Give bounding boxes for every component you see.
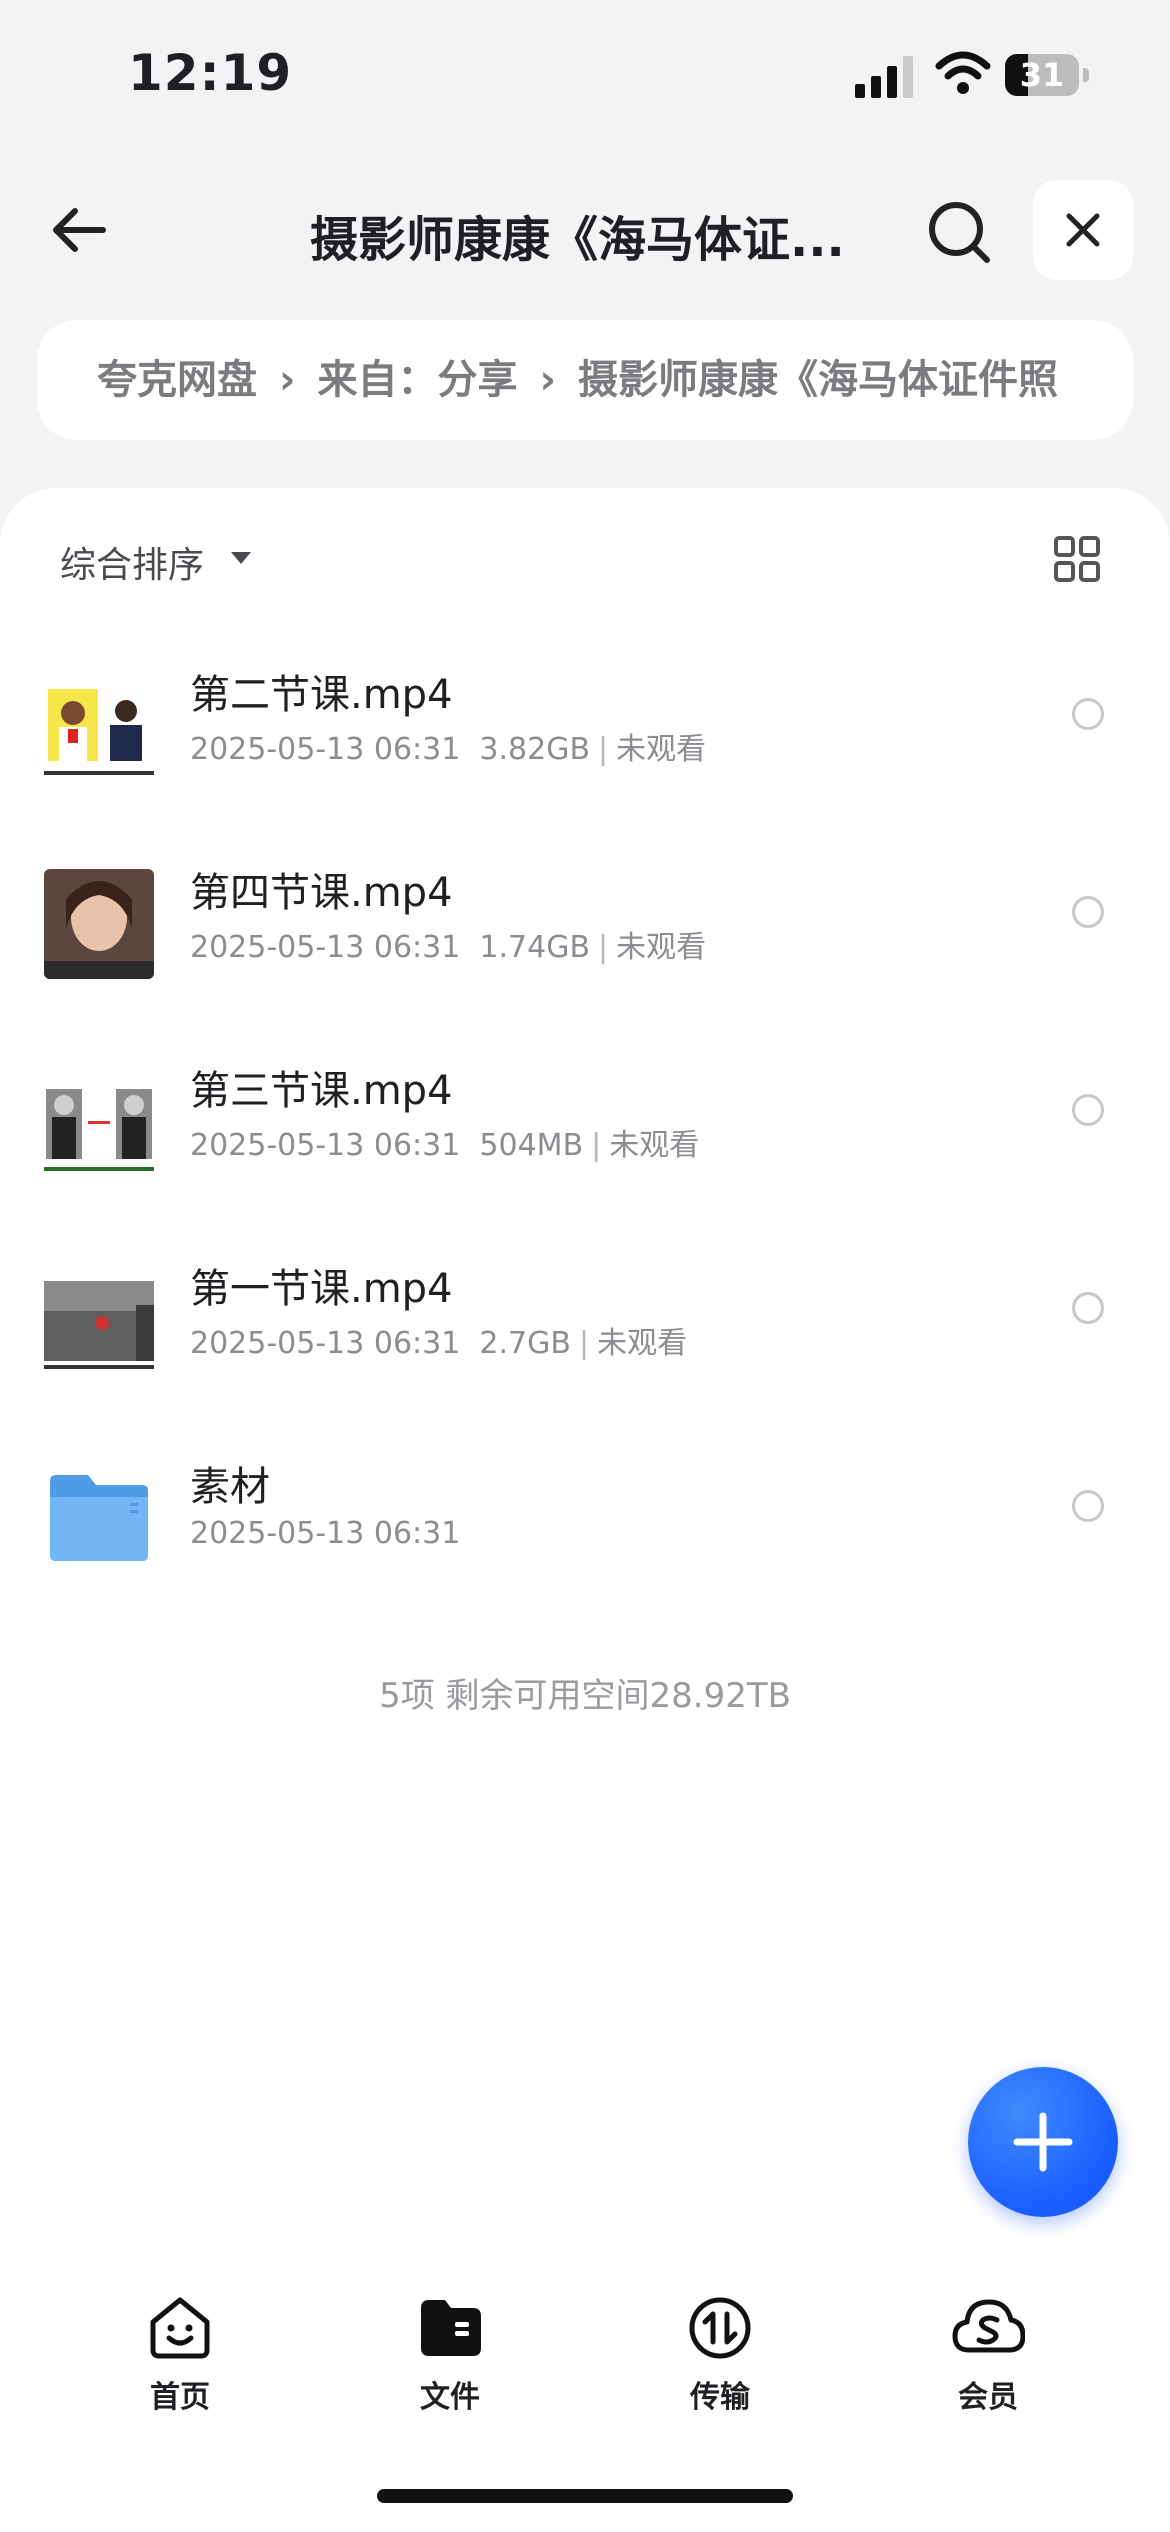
plus-icon bbox=[1013, 2112, 1073, 2172]
transfer-icon bbox=[689, 2297, 751, 2359]
home-indicator bbox=[377, 2489, 793, 2503]
grid-view-icon[interactable] bbox=[1053, 535, 1101, 583]
select-radio[interactable] bbox=[1072, 1292, 1104, 1324]
file-date: 2025-05-13 06:31 bbox=[190, 1128, 461, 1163]
file-name: 第二节课.mp4 bbox=[190, 672, 453, 718]
file-size: 1.74GB bbox=[479, 930, 591, 965]
file-list-panel: 综合排序 第二节课.mp4 2025-05-13 06:31 3.82GB | … bbox=[0, 488, 1170, 2532]
file-meta: 2025-05-13 06:31 504MB | 未观看 bbox=[190, 1128, 700, 1163]
tab-home[interactable]: 首页 bbox=[90, 2280, 270, 2430]
file-name: 第四节课.mp4 bbox=[190, 870, 453, 916]
close-icon bbox=[1066, 213, 1100, 247]
file-date: 2025-05-13 06:31 bbox=[190, 732, 461, 767]
tab-home-label: 首页 bbox=[150, 2380, 210, 2415]
storage-summary: 5项 剩余可用空间28.92TB bbox=[379, 1676, 791, 1716]
folder-name: 素材 bbox=[190, 1464, 270, 1510]
video-thumbnail bbox=[44, 869, 154, 979]
cloud-s-icon bbox=[952, 2299, 1025, 2353]
file-row[interactable]: 第一节课.mp4 2025-05-13 06:31 2.7GB | 未观看 bbox=[0, 1232, 1170, 1430]
tab-transfer[interactable]: 传输 bbox=[630, 2280, 810, 2430]
watch-status: 未观看 bbox=[609, 1128, 700, 1163]
file-name: 第一节课.mp4 bbox=[190, 1266, 453, 1312]
video-thumbnail bbox=[44, 671, 154, 781]
select-radio[interactable] bbox=[1072, 896, 1104, 928]
sort-button[interactable]: 综合排序 bbox=[60, 536, 204, 588]
close-button[interactable] bbox=[1033, 180, 1133, 280]
breadcrumb: 夸克网盘 › 来自：分享 › 摄影师康康《海马体证件照 bbox=[37, 320, 1133, 440]
folder-icon bbox=[44, 1463, 154, 1573]
battery-icon: 31 bbox=[1005, 54, 1091, 98]
breadcrumb-item-root[interactable]: 夸克网盘 bbox=[97, 357, 257, 403]
file-meta: 2025-05-13 06:31 3.82GB | 未观看 bbox=[190, 732, 707, 767]
watch-status: 未观看 bbox=[616, 732, 707, 767]
video-thumbnail bbox=[44, 1067, 154, 1177]
file-meta: 2025-05-13 06:31 2.7GB | 未观看 bbox=[190, 1326, 688, 1361]
file-meta: 2025-05-13 06:31 1.74GB | 未观看 bbox=[190, 930, 707, 965]
file-size: 3.82GB bbox=[479, 732, 591, 767]
file-size: 2.7GB bbox=[479, 1326, 571, 1361]
file-date: 2025-05-13 06:31 bbox=[190, 930, 461, 965]
file-row[interactable]: 第三节课.mp4 2025-05-13 06:31 504MB | 未观看 bbox=[0, 1034, 1170, 1232]
arrow-left-icon[interactable] bbox=[45, 195, 115, 265]
caret-down-icon[interactable] bbox=[230, 550, 252, 566]
file-row[interactable]: 第二节课.mp4 2025-05-13 06:31 3.82GB | 未观看 bbox=[0, 638, 1170, 836]
select-radio[interactable] bbox=[1072, 698, 1104, 730]
status-bar: 12:19 31 bbox=[0, 0, 1170, 150]
file-name: 第三节课.mp4 bbox=[190, 1068, 453, 1114]
select-radio[interactable] bbox=[1072, 1490, 1104, 1522]
breadcrumb-item-current: 摄影师康康《海马体证件照 bbox=[577, 357, 1058, 403]
watch-status: 未观看 bbox=[597, 1326, 688, 1361]
file-size: 504MB bbox=[479, 1128, 584, 1163]
home-face-icon bbox=[150, 2297, 210, 2359]
select-radio[interactable] bbox=[1072, 1094, 1104, 1126]
watch-status: 未观看 bbox=[616, 930, 707, 965]
chevron-right-icon: › bbox=[539, 357, 556, 403]
file-meta: 2025-05-13 06:31 bbox=[190, 1516, 460, 1551]
wifi-icon bbox=[935, 51, 991, 94]
video-thumbnail bbox=[44, 1265, 154, 1375]
tab-membership[interactable]: 会员 bbox=[898, 2280, 1078, 2430]
file-date: 2025-05-13 06:31 bbox=[190, 1326, 461, 1361]
sort-label: 综合排序 bbox=[60, 545, 205, 586]
tab-files-label: 文件 bbox=[420, 2380, 480, 2415]
breadcrumb-item-share[interactable]: 来自：分享 bbox=[317, 357, 517, 403]
status-time: 12:19 bbox=[128, 44, 293, 102]
folder-row[interactable]: 素材 2025-05-13 06:31 bbox=[0, 1430, 1170, 1628]
battery-percent: 31 bbox=[1019, 56, 1065, 94]
search-icon[interactable] bbox=[925, 198, 995, 268]
cellular-signal-icon bbox=[855, 56, 913, 98]
tab-transfer-label: 传输 bbox=[690, 2380, 750, 2415]
add-button[interactable] bbox=[968, 2067, 1118, 2217]
bottom-tabbar: 首页 文件 传输 会员 bbox=[0, 2280, 1170, 2440]
chevron-right-icon: › bbox=[279, 357, 296, 403]
page-title: 摄影师康康《海马体证... bbox=[310, 212, 845, 268]
file-row[interactable]: 第四节课.mp4 2025-05-13 06:31 1.74GB | 未观看 bbox=[0, 836, 1170, 1034]
folder-tab-icon bbox=[421, 2300, 481, 2356]
tab-membership-label: 会员 bbox=[958, 2380, 1018, 2415]
file-date: 2025-05-13 06:31 bbox=[190, 1516, 461, 1551]
tab-files[interactable]: 文件 bbox=[360, 2280, 540, 2430]
